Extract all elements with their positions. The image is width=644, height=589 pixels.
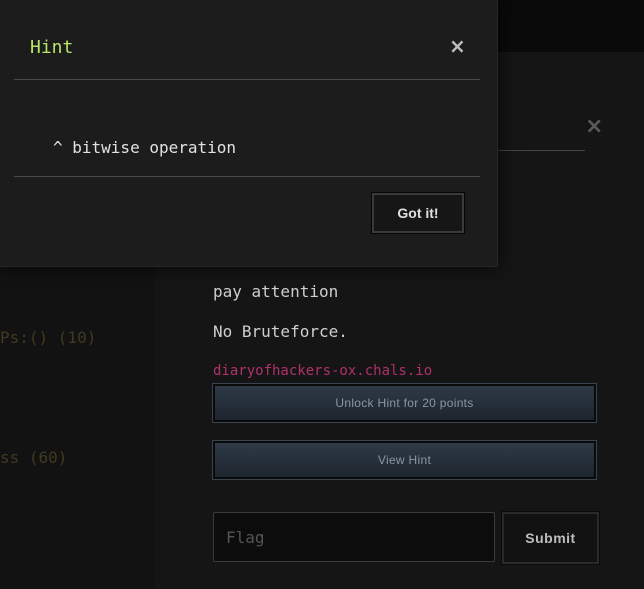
hint-content: ^ bitwise operation	[53, 138, 237, 157]
view-hint-button[interactable]: View Hint	[212, 440, 597, 480]
flag-input[interactable]	[213, 512, 495, 562]
hint-modal-title: Hint	[30, 37, 74, 58]
challenge-description-line: No Bruteforce.	[213, 322, 348, 341]
challenge-close-icon[interactable]: ×	[585, 116, 603, 138]
submit-button[interactable]: Submit	[501, 511, 600, 565]
challenge-list-item[interactable]: ss (60)	[0, 448, 67, 467]
hint-header-divider	[14, 79, 480, 80]
challenge-link[interactable]: diaryofhackers-ox.chals.io	[213, 363, 432, 379]
hint-modal: Hint × ^ bitwise operation Got it!	[0, 0, 498, 267]
challenge-description-line: pay attention	[213, 282, 339, 301]
unlock-hint-button[interactable]: Unlock Hint for 20 points	[212, 383, 597, 423]
got-it-button[interactable]: Got it!	[371, 192, 465, 234]
close-icon[interactable]: ×	[449, 36, 466, 56]
challenge-list-item[interactable]: Ps:() (10)	[0, 328, 96, 347]
hint-footer-divider	[14, 176, 480, 177]
